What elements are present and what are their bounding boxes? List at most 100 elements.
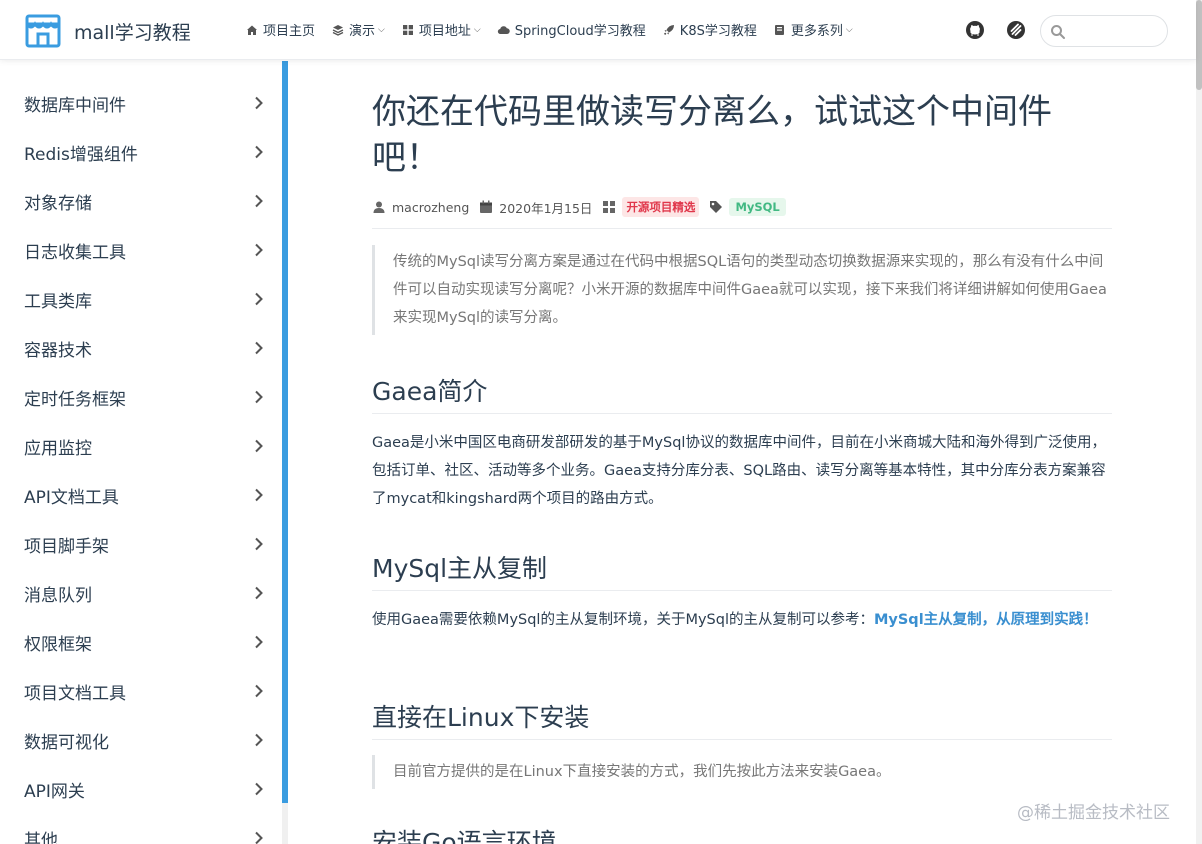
divider [372, 590, 1112, 591]
window-scrollbar-thumb[interactable] [1196, 0, 1202, 90]
store-logo-icon[interactable] [24, 12, 62, 50]
user-icon [372, 200, 386, 214]
chevron-right-icon [255, 488, 263, 502]
search-box[interactable] [1040, 15, 1168, 47]
site-name[interactable]: mall学习教程 [74, 18, 191, 45]
tag-icon [709, 200, 723, 214]
sidebar-item-auth[interactable]: 权限框架 [0, 618, 282, 667]
sidebar-item-label: 数据可视化 [24, 733, 109, 753]
calendar-icon [479, 200, 493, 214]
watermark: @稀土掘金技术社区 [1017, 803, 1170, 823]
sidebar-item-redis[interactable]: Redis增强组件 [0, 128, 282, 177]
section-paragraph: 使用Gaea需要依赖MySql的主从复制环境，关于MySql的主从复制可以参考：… [372, 606, 1112, 634]
blockquote: 目前官方提供的是在Linux下直接安装的方式，我们先按此方法来安装Gaea。 [372, 755, 1112, 789]
cloud-icon [497, 23, 511, 37]
sidebar-item-log-tools[interactable]: 日志收集工具 [0, 226, 282, 275]
chevron-right-icon [255, 733, 263, 747]
search-icon [1051, 25, 1065, 39]
sidebar-item-tool-libs[interactable]: 工具类库 [0, 275, 282, 324]
sidebar-item-monitoring[interactable]: 应用监控 [0, 422, 282, 471]
rocket-icon [662, 23, 676, 37]
home-icon [245, 23, 259, 37]
section-heading: MySql主从复制 [372, 554, 548, 583]
nav-links: 项目主页 演示 ⌵ 项目地址 ⌵ SpringCloud学习教程 K8S学习教程… [245, 20, 869, 39]
tag-badge[interactable]: MySQL [729, 198, 786, 216]
chevron-right-icon [255, 243, 263, 257]
nav-item-repo[interactable]: 项目地址 ⌵ [401, 20, 481, 39]
sidebar-item-label: 其他 [24, 831, 58, 844]
divider [372, 413, 1112, 414]
nav-item-label: 项目主页 [263, 24, 316, 39]
nav-item-label: K8S学习教程 [679, 24, 757, 39]
quote-text: 目前官方提供的是在Linux下直接安装的方式，我们先按此方法来安装Gaea。 [393, 764, 891, 780]
sidebar-item-mq[interactable]: 消息队列 [0, 569, 282, 618]
chevron-right-icon [255, 145, 263, 159]
chevron-down-icon: ⌵ [845, 24, 853, 35]
sidebar-scrollbar-thumb[interactable] [282, 61, 288, 803]
nav-item-more[interactable]: 更多系列 ⌵ [773, 20, 853, 39]
sidebar-item-label: 日志收集工具 [24, 243, 126, 263]
category-badge[interactable]: 开源项目精选 [622, 197, 700, 217]
nav-item-label: 演示 [349, 24, 376, 39]
divider [372, 228, 1112, 229]
sidebar-item-label: API文档工具 [24, 488, 119, 508]
gitee-icon[interactable] [1006, 20, 1026, 40]
nav-item-label: 项目地址 [418, 24, 471, 39]
author-link[interactable]: macrozheng [392, 200, 469, 215]
publish-date: 2020年1月15日 [499, 200, 593, 216]
chevron-right-icon [255, 635, 263, 649]
sidebar-item-db-middleware[interactable]: 数据库中间件 [0, 79, 282, 128]
section-heading: 安装Go语言环境 [372, 828, 557, 844]
nav-item-k8s[interactable]: K8S学习教程 [662, 20, 757, 39]
chevron-right-icon [255, 782, 263, 796]
intro-text: 传统的MySql读写分离方案是通过在代码中根据SQL语句的类型动态切换数据源来实… [393, 254, 1107, 326]
chevron-right-icon [255, 96, 263, 110]
sidebar-item-scheduler[interactable]: 定时任务框架 [0, 373, 282, 422]
nav-item-label: SpringCloud学习教程 [514, 24, 646, 39]
sidebar-item-label: API网关 [24, 782, 85, 802]
chevron-right-icon [255, 390, 263, 404]
sidebar-item-label: 工具类库 [24, 292, 92, 312]
window-scrollbar[interactable] [1196, 0, 1202, 844]
chevron-down-icon: ⌵ [473, 24, 481, 35]
chevron-right-icon [255, 684, 263, 698]
github-icon[interactable] [965, 20, 985, 40]
sidebar-item-label: 数据库中间件 [24, 96, 126, 116]
chevron-right-icon [255, 831, 263, 844]
sidebar-item-other[interactable]: 其他 [0, 814, 282, 844]
section-text: 使用Gaea需要依赖MySql的主从复制环境，关于MySql的主从复制可以参考： [372, 612, 874, 628]
sidebar-item-containers[interactable]: 容器技术 [0, 324, 282, 373]
replication-link[interactable]: MySql主从复制，从原理到实践！ [874, 612, 1098, 628]
grid-icon [401, 23, 415, 37]
divider [372, 739, 1112, 740]
sidebar-item-label: 应用监控 [24, 439, 92, 459]
chevron-right-icon [255, 341, 263, 355]
sidebar-item-visualization[interactable]: 数据可视化 [0, 716, 282, 765]
chevron-right-icon [255, 586, 263, 600]
section-paragraph: Gaea是小米中国区电商研发部研发的基于MySql协议的数据库中间件，目前在小米… [372, 435, 1106, 507]
sidebar-item-label: 消息队列 [24, 586, 92, 606]
sidebar-item-object-storage[interactable]: 对象存储 [0, 177, 282, 226]
intro-blockquote: 传统的MySql读写分离方案是通过在代码中根据SQL语句的类型动态切换数据源来实… [372, 245, 1112, 335]
nav-item-springcloud[interactable]: SpringCloud学习教程 [497, 20, 646, 39]
sidebar-item-label: Redis增强组件 [24, 145, 138, 165]
nav-item-label: 更多系列 [790, 24, 843, 39]
search-input[interactable] [1071, 21, 1161, 41]
sidebar-item-doc-tools[interactable]: 项目文档工具 [0, 667, 282, 716]
layers-icon [331, 23, 345, 37]
sidebar-item-label: 容器技术 [24, 341, 92, 361]
chevron-right-icon [255, 292, 263, 306]
sidebar-item-label: 定时任务框架 [24, 390, 126, 410]
nav-item-home[interactable]: 项目主页 [245, 20, 315, 39]
nav-item-demo[interactable]: 演示 ⌵ [331, 20, 385, 39]
page-title: 你还在代码里做读写分离么，试试这个中间件吧！ [372, 92, 1052, 178]
sidebar-item-gateway[interactable]: API网关 [0, 765, 282, 814]
article-meta: macrozheng 2020年1月15日 开源项目精选 MySQL [372, 197, 786, 217]
sidebar-item-scaffold[interactable]: 项目脚手架 [0, 520, 282, 569]
book-icon [773, 23, 787, 37]
sidebar-item-label: 项目文档工具 [24, 684, 126, 704]
chevron-right-icon [255, 194, 263, 208]
navbar: mall学习教程 项目主页 演示 ⌵ 项目地址 ⌵ SpringCloud学习教… [0, 0, 1196, 60]
chevron-right-icon [255, 537, 263, 551]
sidebar-item-api-docs[interactable]: API文档工具 [0, 471, 282, 520]
